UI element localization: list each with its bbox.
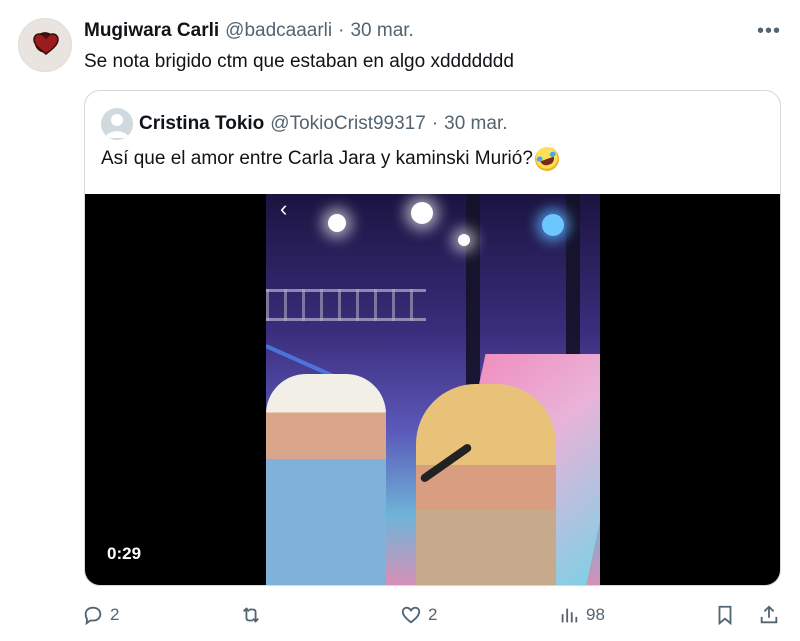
- quoted-timestamp[interactable]: 30 mar.: [444, 113, 507, 135]
- heart-outline-icon: [401, 606, 421, 624]
- quoted-avatar[interactable]: [101, 108, 133, 140]
- rolling-laughing-emoji-icon: [531, 143, 563, 175]
- bookmark-icon: [718, 605, 732, 626]
- timestamp[interactable]: 30 mar.: [350, 20, 413, 42]
- reply-icon: [84, 606, 102, 626]
- quoted-tweet[interactable]: Cristina Tokio @TokioCrist99317 · 30 mar…: [84, 90, 781, 586]
- performer-woman: [416, 384, 556, 585]
- handle[interactable]: @badcaaarli: [225, 20, 332, 42]
- separator: ·: [338, 20, 345, 41]
- share-button[interactable]: [758, 598, 780, 632]
- reply-button[interactable]: 2: [82, 598, 119, 632]
- quoted-handle[interactable]: @TokioCrist99317: [270, 113, 426, 135]
- heart-icon: [33, 33, 59, 55]
- like-button[interactable]: 2: [400, 598, 437, 632]
- stage-light: [328, 214, 346, 232]
- default-avatar-icon: [105, 114, 129, 138]
- share-icon: [760, 605, 778, 624]
- reply-count: 2: [110, 605, 120, 624]
- quoted-text: Así que el amor entre Carla Jara y kamin…: [101, 148, 533, 169]
- tweet-text: Se nota brigido ctm que estaban en algo …: [84, 51, 514, 72]
- tweet: Mugiwara Carli @badcaaarli · 30 mar. •••…: [0, 0, 800, 641]
- stage-light: [542, 214, 564, 236]
- views-chart-icon: [561, 608, 578, 623]
- quoted-display-name[interactable]: Cristina Tokio: [139, 113, 264, 135]
- stage-light: [411, 202, 433, 224]
- quoted-text-row: Así que el amor entre Carla Jara y kamin…: [101, 143, 563, 175]
- quoted-header: Cristina Tokio @TokioCrist99317 · 30 mar…: [139, 112, 508, 136]
- tweet-actions: 2 2 98: [78, 598, 788, 632]
- more-options-icon[interactable]: •••: [756, 18, 782, 44]
- avatar[interactable]: [18, 18, 72, 72]
- video-frame[interactable]: ‹: [266, 194, 600, 585]
- stage-light: [458, 234, 470, 246]
- tweet-header: Mugiwara Carli @badcaaarli · 30 mar.: [84, 19, 414, 43]
- chevron-left-icon[interactable]: ‹: [280, 196, 287, 222]
- like-count: 2: [428, 605, 438, 624]
- quoted-separator: ·: [431, 113, 439, 134]
- retweet-icon: [243, 607, 259, 623]
- retweet-button[interactable]: [240, 598, 268, 632]
- bookmark-button[interactable]: [714, 598, 736, 632]
- video-player[interactable]: ‹ 0:29: [85, 194, 780, 585]
- stage-truss: [266, 289, 426, 321]
- performer-man: [266, 374, 386, 585]
- display-name[interactable]: Mugiwara Carli: [84, 20, 219, 42]
- video-duration: 0:29: [107, 544, 142, 563]
- views-button[interactable]: 98: [558, 598, 605, 632]
- views-count: 98: [586, 605, 605, 624]
